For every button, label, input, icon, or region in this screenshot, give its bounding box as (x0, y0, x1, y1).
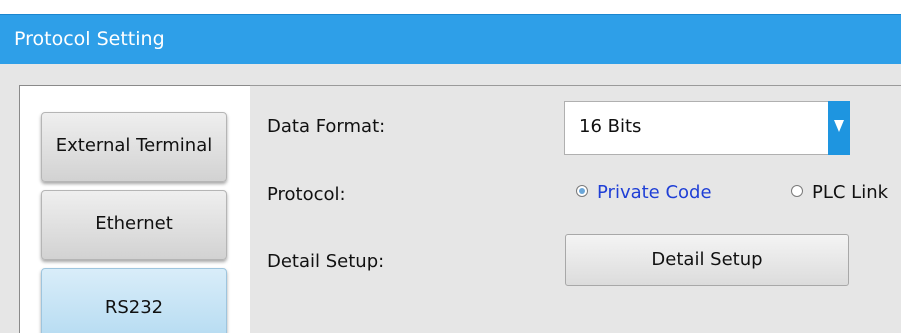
sidebar-item-external-terminal[interactable]: External Terminal (41, 112, 227, 182)
window-title: Protocol Setting (14, 28, 165, 50)
detail-setup-label: Detail Setup: (267, 251, 385, 272)
radio-label: Private Code (597, 182, 712, 203)
protocol-label: Protocol: (267, 184, 346, 205)
sidebar-item-label: External Terminal (55, 135, 213, 156)
sidebar-item-ethernet[interactable]: Ethernet (41, 190, 227, 260)
top-strip (0, 0, 901, 14)
data-format-select[interactable]: 16 Bits (564, 101, 850, 155)
data-format-value: 16 Bits (579, 116, 642, 137)
radio-button-checked[interactable] (576, 185, 588, 197)
protocol-radio-plc-link[interactable]: PLC Link (791, 182, 888, 203)
sidebar: External Terminal Ethernet RS232 (19, 85, 250, 333)
chevron-down-icon (834, 120, 844, 132)
protocol-setting-window: Protocol Setting External Terminal Ether… (0, 0, 901, 333)
dropdown-button[interactable] (828, 101, 850, 155)
radio-label: PLC Link (812, 182, 889, 203)
detail-setup-button[interactable]: Detail Setup (565, 234, 849, 286)
title-bar: Protocol Setting (0, 14, 901, 64)
sidebar-item-label: RS232 (104, 297, 164, 318)
sidebar-item-rs232[interactable]: RS232 (41, 268, 227, 333)
radio-button[interactable] (791, 185, 803, 197)
sidebar-item-label: Ethernet (95, 213, 173, 234)
data-format-label: Data Format: (267, 116, 386, 137)
settings-panel: Data Format: 16 Bits Protocol: Private C… (250, 85, 901, 333)
protocol-radio-private-code[interactable]: Private Code (576, 182, 712, 203)
